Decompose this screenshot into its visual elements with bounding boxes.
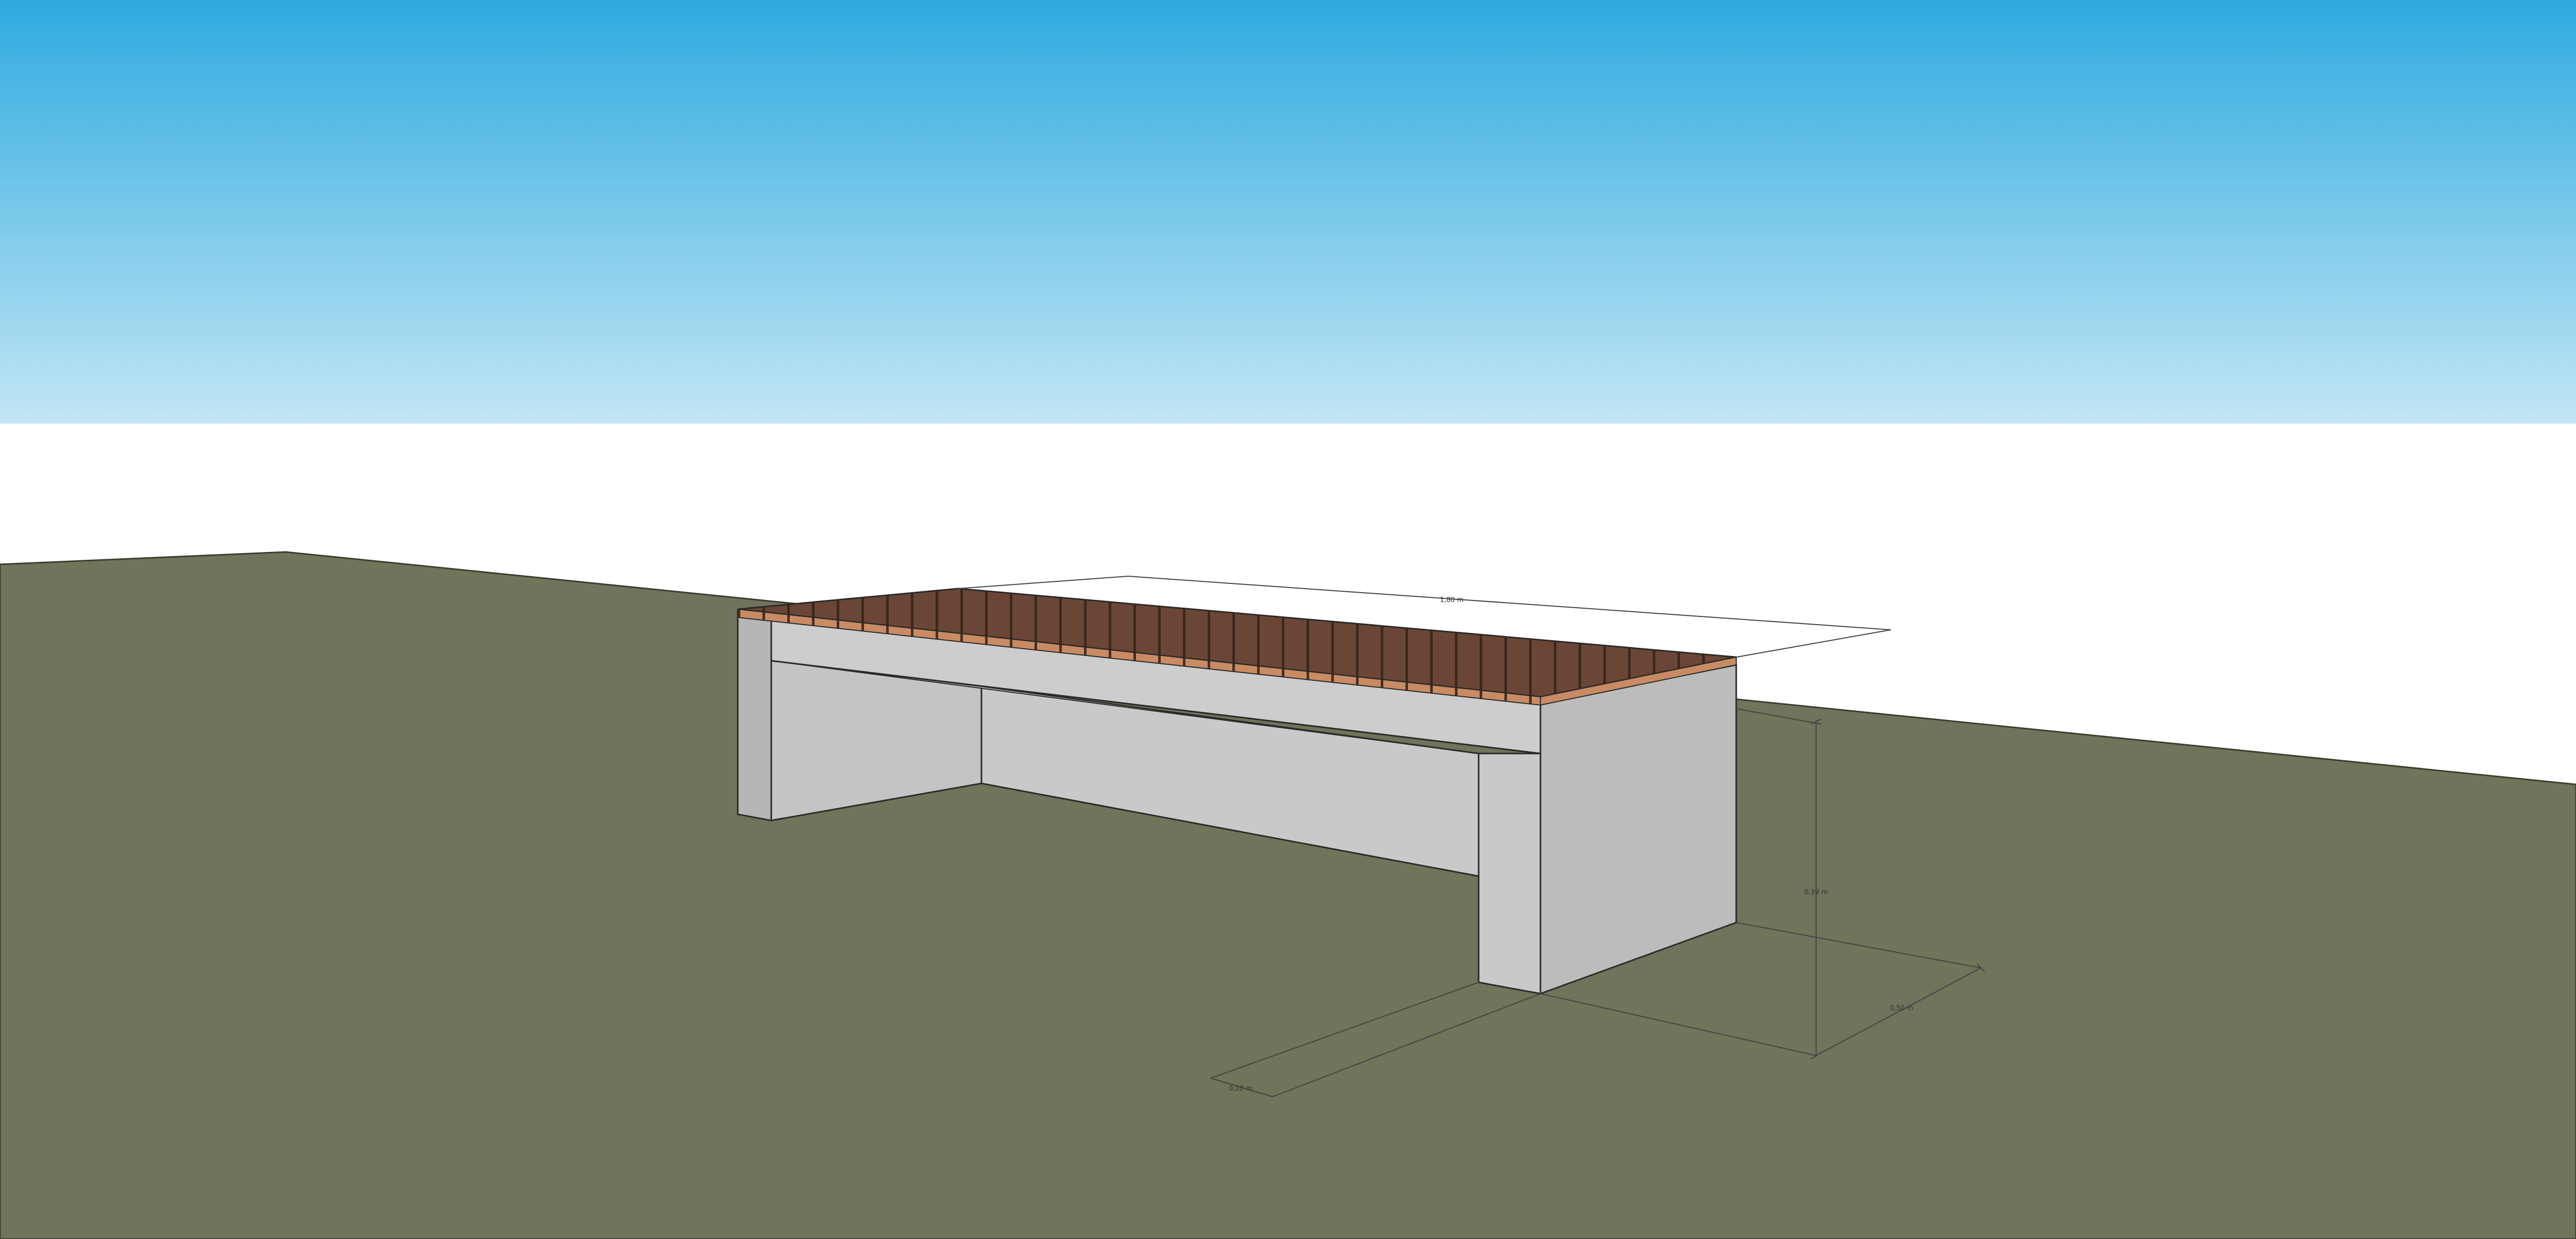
bench-left-leg [737,615,772,822]
dimension-height-label: 0,39 m [1804,889,1828,896]
3d-model-viewport[interactable]: 1,80 m 0,39 m 0,50 m 0,10 m [0,0,2576,1239]
dimension-leg-width-label: 0,10 m [1229,1085,1252,1093]
bench-right-leg-front [1478,752,1541,995]
dimension-length-label: 1,80 m [1440,596,1464,604]
dimension-depth-label: 0,50 m [1890,1004,1913,1012]
sky [0,0,2576,424]
